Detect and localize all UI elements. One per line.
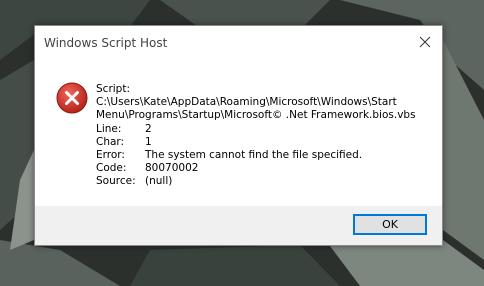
char-value: 1: [145, 135, 152, 148]
error-message: Script: C:\Users\Kate\AppData\Roaming\Mi…: [96, 83, 436, 189]
script-path-line-1: C:\Users\Kate\AppData\Roaming\Microsoft\…: [96, 96, 397, 109]
char-label: Char:: [96, 135, 125, 148]
code-row: Code: 80070002: [96, 162, 436, 175]
char-row: Char: 1: [96, 136, 436, 149]
dialog-content: Script: C:\Users\Kate\AppData\Roaming\Mi…: [35, 60, 442, 208]
line-label: Line:: [96, 122, 122, 135]
source-row: Source: (null): [96, 175, 436, 188]
script-error-dialog: Windows Script Host Script: C:\Users\Kat…: [34, 25, 443, 246]
script-label: Script:: [96, 83, 130, 95]
error-icon: [56, 82, 88, 114]
line-row: Line: 2: [96, 123, 436, 136]
ok-button[interactable]: OK: [353, 214, 427, 235]
error-value: The system cannot find the file specifie…: [145, 149, 363, 162]
error-label: Error:: [96, 149, 125, 162]
code-label: Code:: [96, 162, 127, 175]
error-row: Error: The system cannot find the file s…: [96, 149, 436, 162]
dialog-title: Windows Script Host: [44, 36, 168, 50]
dialog-titlebar[interactable]: Windows Script Host: [35, 26, 442, 60]
source-label: Source:: [96, 175, 136, 188]
script-path-line-2: Menu\Programs\Startup\Microsoft© .Net Fr…: [96, 109, 416, 122]
close-icon: [419, 36, 431, 48]
code-value: 80070002: [145, 162, 199, 175]
line-value: 2: [145, 122, 152, 135]
dialog-footer: OK: [35, 206, 442, 245]
source-value: (null): [145, 175, 173, 188]
close-button[interactable]: [408, 26, 442, 58]
